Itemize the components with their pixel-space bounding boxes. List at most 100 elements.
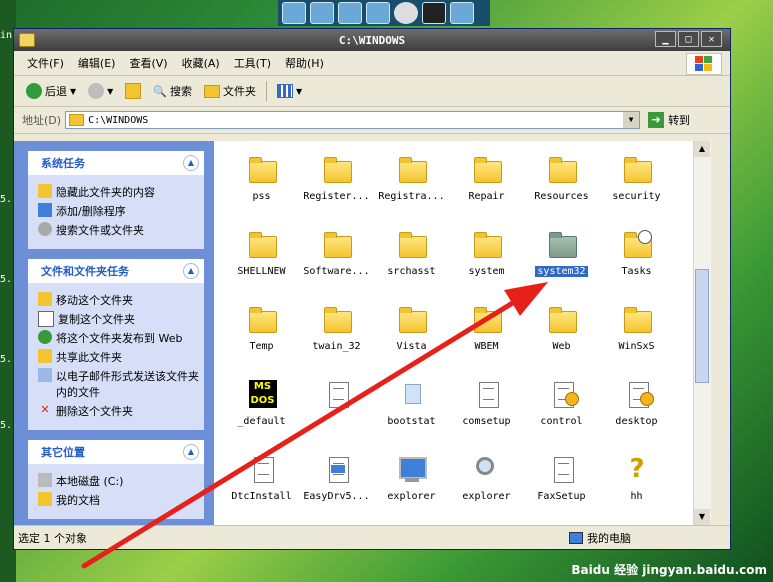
menu-view[interactable]: 查看(V) xyxy=(122,55,174,71)
file-item[interactable]: Register... xyxy=(299,147,374,222)
system-tasks-header[interactable]: 系统任务 ▲ xyxy=(28,151,204,175)
minimize-button[interactable]: ▁ xyxy=(655,31,676,47)
scroll-down-icon[interactable]: ▼ xyxy=(694,509,710,525)
vertical-scrollbar[interactable]: ▲ ▼ xyxy=(693,141,711,525)
file-item[interactable]: WBEM xyxy=(449,297,524,372)
file-item[interactable]: bootstat xyxy=(374,372,449,447)
task-share-folder[interactable]: 共享此文件夹 xyxy=(38,349,200,365)
file-item[interactable]: FaxSetup xyxy=(524,447,599,522)
file-item[interactable]: Web xyxy=(524,297,599,372)
maximize-button[interactable]: □ xyxy=(678,31,699,47)
computer-icon xyxy=(398,457,427,479)
menu-bar: 文件(F) 编辑(E) 查看(V) 收藏(A) 工具(T) 帮助(H) xyxy=(14,51,730,76)
menu-tools[interactable]: 工具(T) xyxy=(227,55,278,71)
file-icon xyxy=(320,380,354,410)
close-button[interactable]: ✕ xyxy=(701,31,722,47)
task-search-files[interactable]: 搜索文件或文件夹 xyxy=(38,222,200,238)
views-icon xyxy=(277,84,294,98)
collapse-icon[interactable]: ▲ xyxy=(183,155,199,171)
views-button[interactable]: ▼ xyxy=(273,82,306,100)
place-local-disk[interactable]: 本地磁盘 (C:) xyxy=(38,473,200,489)
file-name: Resources xyxy=(534,191,589,202)
menu-file[interactable]: 文件(F) xyxy=(20,55,71,71)
collapse-icon[interactable]: ▲ xyxy=(183,263,199,279)
quick-launch-icon[interactable] xyxy=(282,2,306,24)
file-item[interactable]: comsetup xyxy=(449,372,524,447)
file-item[interactable]: Repair xyxy=(449,147,524,222)
file-item[interactable] xyxy=(299,372,374,447)
folders-button[interactable]: 文件夹 xyxy=(200,81,260,101)
file-icon xyxy=(620,305,654,335)
file-name: comsetup xyxy=(462,416,511,427)
file-item[interactable]: MS DOS _default xyxy=(224,372,299,447)
file-icon: MS DOS xyxy=(245,380,279,410)
file-item[interactable]: explorer xyxy=(449,447,524,522)
address-input[interactable]: C:\WINDOWS ▼ xyxy=(65,111,641,129)
file-item[interactable]: Registra... xyxy=(374,147,449,222)
chevron-down-icon[interactable]: ▼ xyxy=(623,112,640,128)
scrollbar-thumb[interactable] xyxy=(695,269,709,383)
file-tasks-header[interactable]: 文件和文件夹任务 ▲ xyxy=(28,259,204,283)
file-item[interactable]: ? hh xyxy=(599,447,674,522)
menu-edit[interactable]: 编辑(E) xyxy=(71,55,123,71)
task-hide-contents[interactable]: 隐藏此文件夹的内容 xyxy=(38,184,200,200)
desktop-text: 5. xyxy=(0,274,13,285)
document-icon xyxy=(478,382,499,408)
quick-launch-icon[interactable] xyxy=(310,2,334,24)
file-item[interactable]: security xyxy=(599,147,674,222)
task-add-remove-programs[interactable]: 添加/删除程序 xyxy=(38,203,200,219)
forward-button[interactable]: ▼ xyxy=(84,81,117,101)
go-button[interactable]: ➜ 转到 xyxy=(648,112,690,128)
file-item[interactable]: Temp xyxy=(224,297,299,372)
file-item[interactable]: Vista xyxy=(374,297,449,372)
quick-launch-icon[interactable] xyxy=(338,2,362,24)
file-item[interactable]: system32 xyxy=(524,222,599,297)
file-item[interactable]: DtcInstall xyxy=(224,447,299,522)
file-icon xyxy=(545,380,579,410)
file-item[interactable]: desktop xyxy=(599,372,674,447)
quick-launch-icon[interactable] xyxy=(450,2,474,24)
file-name: system32 xyxy=(535,266,588,277)
other-places-header[interactable]: 其它位置 ▲ xyxy=(28,440,204,464)
task-delete-folder[interactable]: ✕ 删除这个文件夹 xyxy=(38,403,200,419)
quick-launch-icon[interactable] xyxy=(422,2,446,24)
file-icon xyxy=(620,155,654,185)
file-icon xyxy=(395,155,429,185)
folder-icon xyxy=(69,114,85,126)
up-folder-button[interactable] xyxy=(121,81,145,101)
task-move-folder[interactable]: 移动这个文件夹 xyxy=(38,292,200,308)
file-item[interactable]: EasyDrv5... xyxy=(299,447,374,522)
task-publish-web[interactable]: 将这个文件夹发布到 Web xyxy=(38,330,200,346)
file-item[interactable]: WinSxS xyxy=(599,297,674,372)
collapse-icon[interactable]: ▲ xyxy=(183,444,199,460)
menu-favorites[interactable]: 收藏(A) xyxy=(175,55,227,71)
file-item[interactable]: Software... xyxy=(299,222,374,297)
task-label: 添加/删除程序 xyxy=(56,205,126,218)
file-item[interactable]: Resources xyxy=(524,147,599,222)
go-arrow-icon: ➜ xyxy=(648,112,665,128)
search-button[interactable]: 🔍 搜索 xyxy=(149,81,196,101)
task-email-files[interactable]: 以电子邮件形式发送该文件夹内的文件 xyxy=(38,368,200,400)
scroll-up-icon[interactable]: ▲ xyxy=(694,141,710,157)
folder-icon xyxy=(248,157,277,183)
file-item[interactable]: SHELLNEW xyxy=(224,222,299,297)
file-item[interactable]: srchasst xyxy=(374,222,449,297)
title-bar[interactable]: C:\WINDOWS ▁ □ ✕ xyxy=(14,29,730,51)
menu-help[interactable]: 帮助(H) xyxy=(278,55,331,71)
clock-icon[interactable] xyxy=(394,2,418,24)
file-name: control xyxy=(540,416,583,427)
quick-launch-icon[interactable] xyxy=(366,2,390,24)
file-name: DtcInstall xyxy=(231,491,292,502)
file-name: security xyxy=(612,191,661,202)
watermark: Baidu 经验 jingyan.baidu.com xyxy=(571,563,767,577)
file-item[interactable]: system xyxy=(449,222,524,297)
file-item[interactable]: explorer xyxy=(374,447,449,522)
file-item[interactable]: pss xyxy=(224,147,299,222)
go-label: 转到 xyxy=(668,114,691,127)
file-item[interactable]: control xyxy=(524,372,599,447)
back-button[interactable]: 后退 ▼ xyxy=(22,81,80,101)
place-my-documents[interactable]: 我的文档 xyxy=(38,492,200,508)
file-item[interactable]: twain_32 xyxy=(299,297,374,372)
file-item[interactable]: Tasks xyxy=(599,222,674,297)
task-copy-folder[interactable]: 复制这个文件夹 xyxy=(38,311,200,327)
